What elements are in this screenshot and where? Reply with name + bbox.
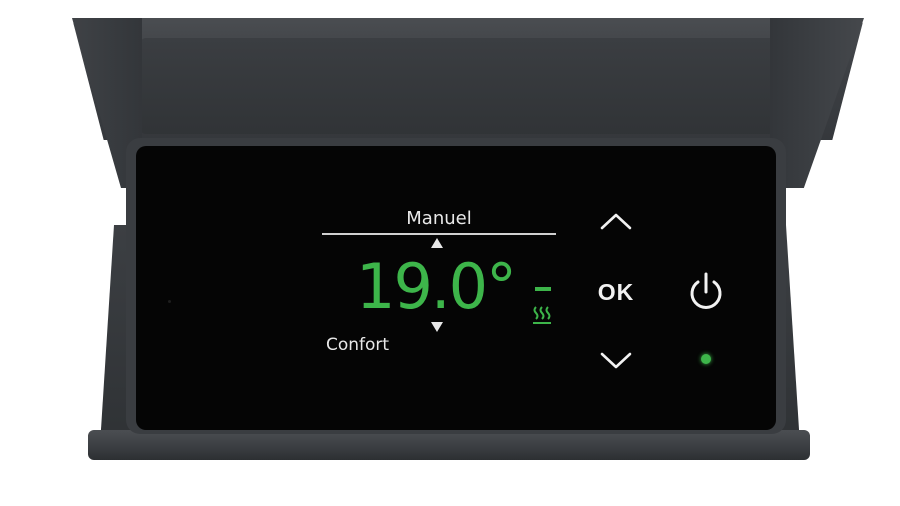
temp-down-indicator-icon <box>431 322 443 332</box>
chevron-down-icon <box>600 352 632 369</box>
power-icon <box>690 272 722 309</box>
temp-up-indicator-icon <box>431 238 443 248</box>
up-button[interactable] <box>594 204 638 238</box>
down-button[interactable] <box>594 344 638 378</box>
preset-label: Confort <box>326 335 390 355</box>
ok-button[interactable]: OK <box>590 272 642 312</box>
setpoint-dash-indicator <box>535 287 551 291</box>
mode-underline <box>322 233 556 235</box>
mode-label: Manuel <box>406 208 472 229</box>
chevron-up-icon <box>600 213 632 230</box>
heat-waves-icon <box>533 306 551 324</box>
device-base-lip <box>88 430 810 460</box>
lid-inner-panel <box>140 38 780 134</box>
power-button[interactable] <box>684 268 728 316</box>
thermostat-device: Manuel 19.0° Confort OK <box>0 0 900 506</box>
power-status-led <box>701 354 711 364</box>
light-sensor <box>168 300 171 303</box>
temperature-readout: 19.0° <box>356 250 517 323</box>
